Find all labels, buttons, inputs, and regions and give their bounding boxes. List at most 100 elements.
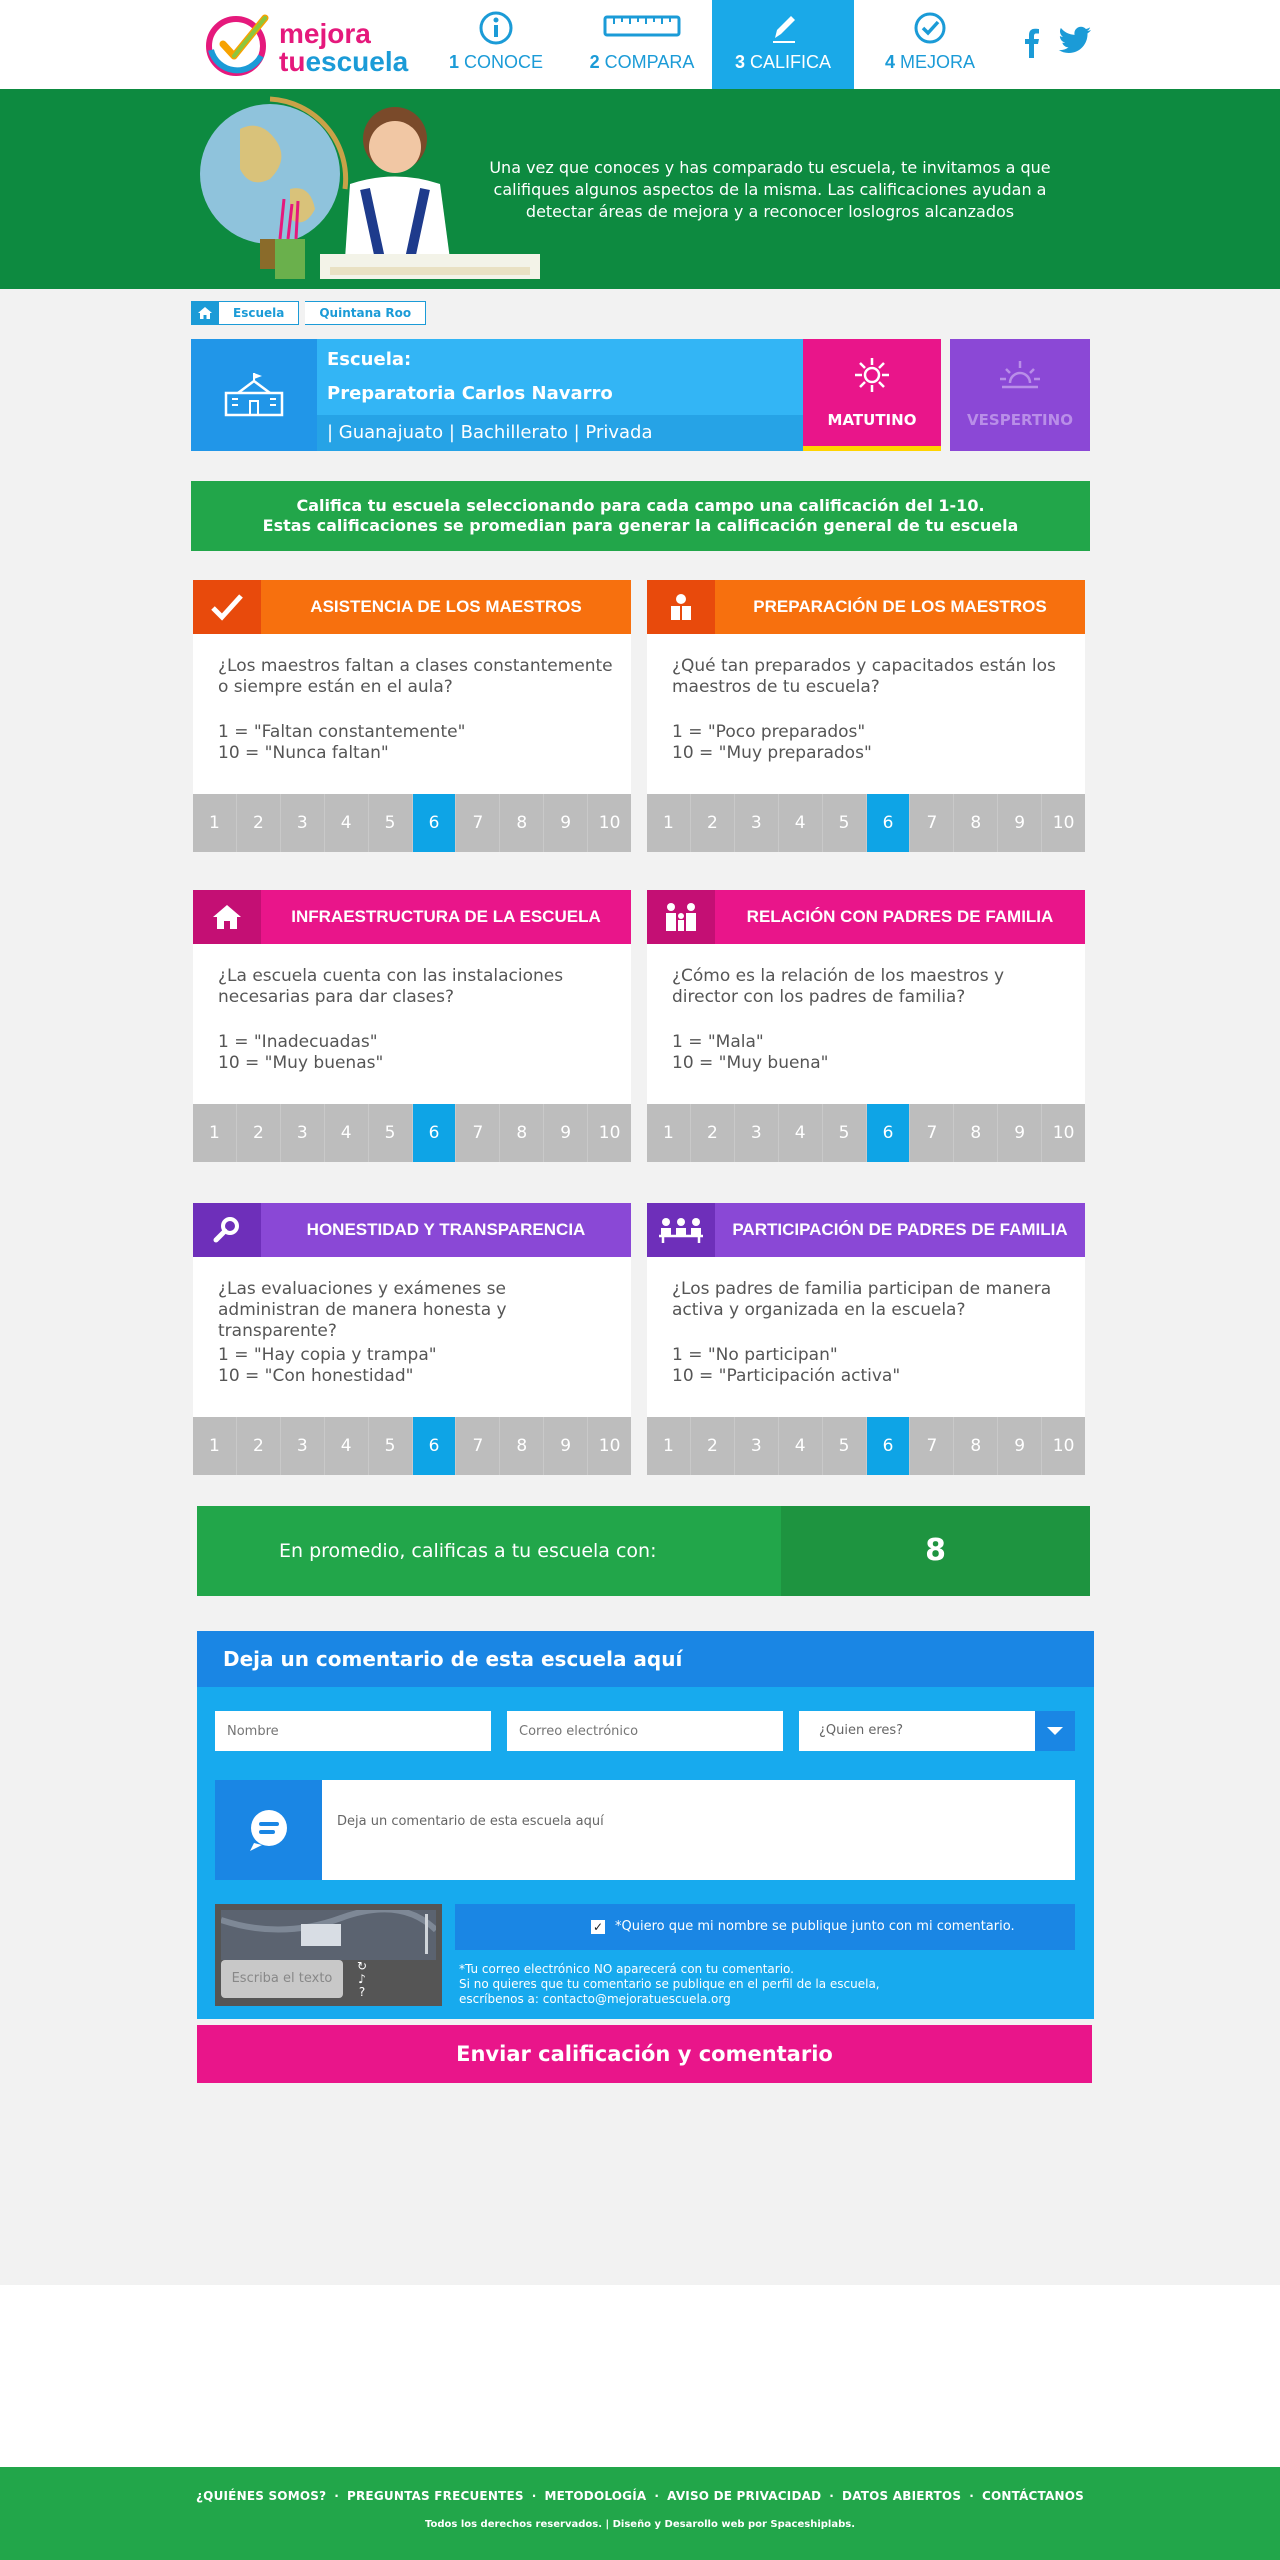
rating-option-2[interactable]: 2 bbox=[691, 1417, 735, 1475]
rating-option-4[interactable]: 4 bbox=[779, 794, 823, 852]
footer-link[interactable]: ¿QUIÉNES SOMOS? bbox=[196, 2489, 326, 2503]
publish-name-label: *Quiero que mi nombre se publique junto … bbox=[615, 1919, 1015, 1934]
twitter-icon[interactable] bbox=[1058, 26, 1092, 60]
rating-option-10[interactable]: 10 bbox=[588, 794, 631, 852]
rating-option-5[interactable]: 5 bbox=[823, 1104, 867, 1162]
shift-evening-tab[interactable]: VESPERTINO bbox=[950, 339, 1090, 451]
rating-option-4[interactable]: 4 bbox=[779, 1417, 823, 1475]
footer-link[interactable]: METODOLOGÍA bbox=[544, 2489, 646, 2503]
rating-option-4[interactable]: 4 bbox=[325, 1417, 369, 1475]
shift-label: VESPERTINO bbox=[967, 411, 1073, 429]
site-logo[interactable]: mejora tuescuela bbox=[203, 10, 423, 80]
rating-option-9[interactable]: 9 bbox=[998, 1104, 1043, 1162]
rating-option-7[interactable]: 7 bbox=[456, 1104, 501, 1162]
rating-option-1[interactable]: 1 bbox=[647, 794, 691, 852]
breadcrumb-item[interactable]: Escuela bbox=[219, 301, 300, 325]
rating-option-3[interactable]: 3 bbox=[735, 1417, 779, 1475]
rating-option-2[interactable]: 2 bbox=[237, 794, 281, 852]
captcha-input[interactable]: Escriba el texto bbox=[221, 1960, 343, 1998]
logo-check-icon bbox=[206, 14, 269, 76]
rating-option-9[interactable]: 9 bbox=[998, 1417, 1043, 1475]
name-input[interactable] bbox=[215, 1711, 491, 1751]
email-input[interactable] bbox=[507, 1711, 783, 1751]
school-info-bar: Escuela: Preparatoria Carlos Navarro | G… bbox=[191, 339, 1090, 451]
step-mejora[interactable]: 4 MEJORA bbox=[870, 0, 990, 89]
rating-option-10[interactable]: 10 bbox=[588, 1417, 631, 1475]
rating-option-6[interactable]: 6 bbox=[866, 1104, 911, 1162]
chat-bubble-icon bbox=[215, 1780, 322, 1880]
rating-option-10[interactable]: 10 bbox=[1042, 1104, 1085, 1162]
rating-option-9[interactable]: 9 bbox=[544, 794, 589, 852]
rating-option-2[interactable]: 2 bbox=[237, 1417, 281, 1475]
scale-low-label: 1 = "Poco preparados" bbox=[672, 722, 866, 742]
footer-link[interactable]: PREGUNTAS FRECUENTES bbox=[347, 2489, 524, 2503]
rating-option-6[interactable]: 6 bbox=[866, 794, 911, 852]
rating-option-10[interactable]: 10 bbox=[1042, 794, 1085, 852]
footer-link[interactable]: DATOS ABIERTOS bbox=[842, 2489, 961, 2503]
footer-link[interactable]: AVISO DE PRIVACIDAD bbox=[667, 2489, 821, 2503]
rating-option-7[interactable]: 7 bbox=[910, 1417, 955, 1475]
rating-option-9[interactable]: 9 bbox=[998, 794, 1043, 852]
rating-option-4[interactable]: 4 bbox=[779, 1104, 823, 1162]
rating-option-9[interactable]: 9 bbox=[544, 1417, 589, 1475]
rating-option-3[interactable]: 3 bbox=[281, 1417, 325, 1475]
rating-option-4[interactable]: 4 bbox=[325, 794, 369, 852]
comment-textarea[interactable]: Deja un comentario de esta escuela aquí bbox=[215, 1780, 1075, 1880]
help-icon[interactable]: ? bbox=[351, 1986, 373, 1999]
footer-link[interactable]: CONTÁCTANOS bbox=[982, 2489, 1084, 2503]
rating-option-1[interactable]: 1 bbox=[193, 794, 237, 852]
step-label: 4 MEJORA bbox=[884, 52, 976, 72]
shift-morning-tab[interactable]: MATUTINO bbox=[803, 339, 941, 451]
hero-text: Una vez que conoces y has comparado tu e… bbox=[489, 158, 1051, 221]
rating-option-7[interactable]: 7 bbox=[910, 794, 955, 852]
rating-option-10[interactable]: 10 bbox=[1042, 1417, 1085, 1475]
rating-option-1[interactable]: 1 bbox=[193, 1104, 237, 1162]
rating-option-2[interactable]: 2 bbox=[691, 794, 735, 852]
rating-option-2[interactable]: 2 bbox=[691, 1104, 735, 1162]
step-califica[interactable]: 3 CALIFICA bbox=[712, 0, 854, 89]
rating-option-1[interactable]: 1 bbox=[193, 1417, 237, 1475]
rating-option-8[interactable]: 8 bbox=[500, 1104, 545, 1162]
rating-option-3[interactable]: 3 bbox=[735, 794, 779, 852]
submit-rating-button[interactable]: Enviar calificación y comentario bbox=[197, 2025, 1092, 2083]
role-select[interactable]: ¿Quien eres? bbox=[799, 1711, 1075, 1751]
rating-option-8[interactable]: 8 bbox=[500, 794, 545, 852]
rating-option-5[interactable]: 5 bbox=[369, 794, 413, 852]
rating-option-5[interactable]: 5 bbox=[369, 1104, 413, 1162]
rating-option-6[interactable]: 6 bbox=[412, 1417, 457, 1475]
rating-option-8[interactable]: 8 bbox=[954, 1104, 999, 1162]
step-conoce[interactable]: 1 CONOCE bbox=[440, 0, 552, 89]
rating-option-8[interactable]: 8 bbox=[954, 1417, 999, 1475]
rating-option-5[interactable]: 5 bbox=[823, 1417, 867, 1475]
step-compara[interactable]: 2 COMPARA bbox=[572, 0, 712, 89]
rating-option-1[interactable]: 1 bbox=[647, 1417, 691, 1475]
rating-option-5[interactable]: 5 bbox=[823, 794, 867, 852]
rating-option-7[interactable]: 7 bbox=[456, 794, 501, 852]
rating-option-3[interactable]: 3 bbox=[281, 794, 325, 852]
publish-name-checkbox[interactable]: ✓ bbox=[591, 1920, 605, 1934]
rating-option-3[interactable]: 3 bbox=[281, 1104, 325, 1162]
chevron-down-icon[interactable] bbox=[1035, 1711, 1075, 1751]
rating-card-infraestructura: INFRAESTRUCTURA DE LA ESCUELA ¿La escuel… bbox=[193, 890, 631, 1162]
rating-option-7[interactable]: 7 bbox=[456, 1417, 501, 1475]
rating-option-9[interactable]: 9 bbox=[544, 1104, 589, 1162]
rating-option-6[interactable]: 6 bbox=[412, 1104, 457, 1162]
rating-option-7[interactable]: 7 bbox=[910, 1104, 955, 1162]
facebook-icon[interactable] bbox=[1022, 26, 1040, 62]
rating-option-5[interactable]: 5 bbox=[369, 1417, 413, 1475]
rating-option-3[interactable]: 3 bbox=[735, 1104, 779, 1162]
rating-option-8[interactable]: 8 bbox=[500, 1417, 545, 1475]
card-title: HONESTIDAD Y TRANSPARENCIA bbox=[306, 1220, 586, 1239]
role-select-placeholder: ¿Quien eres? bbox=[819, 1723, 904, 1738]
rating-option-1[interactable]: 1 bbox=[647, 1104, 691, 1162]
home-icon[interactable] bbox=[191, 301, 219, 325]
rating-option-8[interactable]: 8 bbox=[954, 794, 999, 852]
rating-option-2[interactable]: 2 bbox=[237, 1104, 281, 1162]
publish-name-option[interactable]: ✓ *Quiero que mi nombre se publique junt… bbox=[455, 1904, 1075, 1950]
rating-option-10[interactable]: 10 bbox=[588, 1104, 631, 1162]
rating-option-6[interactable]: 6 bbox=[412, 794, 457, 852]
rating-scale: 1 2 3 4 5 6 7 8 9 10 bbox=[193, 1104, 631, 1162]
rating-option-4[interactable]: 4 bbox=[325, 1104, 369, 1162]
rating-option-6[interactable]: 6 bbox=[866, 1417, 911, 1475]
breadcrumb-item[interactable]: Quintana Roo bbox=[305, 301, 427, 325]
